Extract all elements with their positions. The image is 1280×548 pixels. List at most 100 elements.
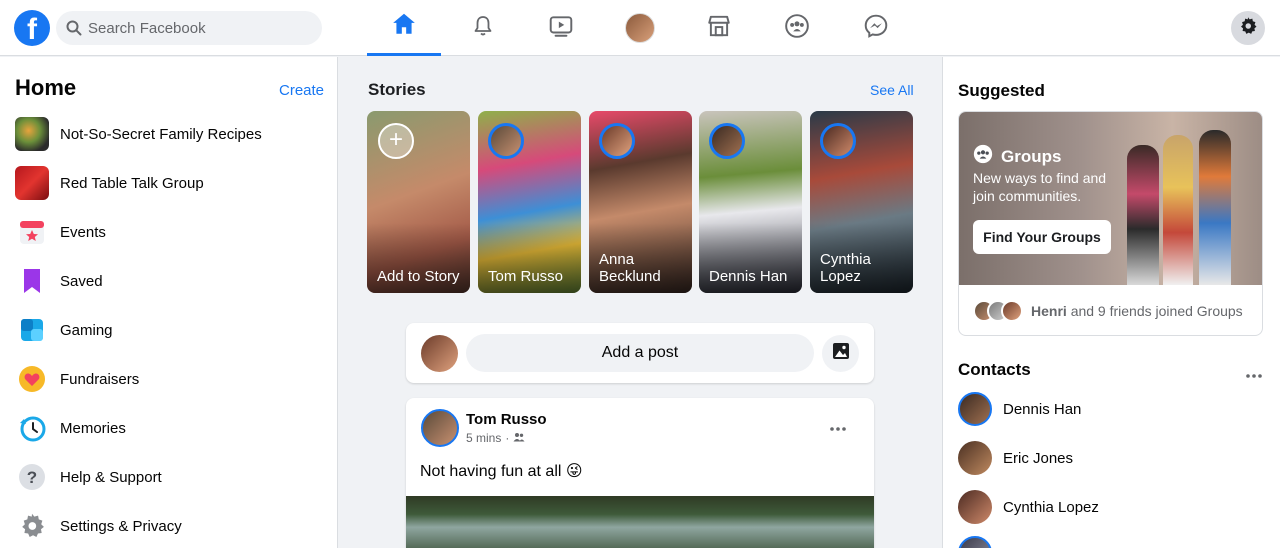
story-name: Cynthia Lopez	[820, 251, 871, 285]
group-thumbnail	[15, 117, 49, 151]
story-card[interactable]: Dennis Han	[699, 111, 802, 293]
clock-icon	[15, 411, 49, 445]
nav-watch-tab[interactable]	[524, 0, 598, 56]
story-name: Anna Becklund	[599, 251, 661, 285]
contact-item[interactable]	[958, 536, 1258, 548]
search-icon	[66, 20, 82, 41]
see-all-link[interactable]: See All	[870, 82, 914, 98]
contact-item[interactable]: Eric Jones	[958, 438, 1258, 478]
search-box[interactable]	[56, 11, 322, 45]
find-groups-button[interactable]: Find Your Groups	[973, 220, 1111, 254]
avatar	[1001, 300, 1023, 322]
sidebar-item-fundraisers[interactable]: Fundraisers	[15, 359, 325, 399]
sidebar-item-events[interactable]: Events	[15, 212, 325, 252]
post-time[interactable]: 5 mins	[466, 431, 501, 445]
sidebar-item-help[interactable]: ? Help & Support	[15, 457, 325, 497]
plus-icon: +	[378, 123, 414, 159]
bell-icon	[471, 14, 495, 43]
sidebar-item-family-recipes[interactable]: Not-So-Secret Family Recipes	[15, 114, 325, 154]
groups-icon	[973, 144, 993, 169]
sidebar-item-label: Settings & Privacy	[60, 517, 182, 535]
ellipsis-icon	[1246, 365, 1262, 382]
story-card[interactable]: Cynthia Lopez	[810, 111, 913, 293]
sidebar-item-memories[interactable]: Memories	[15, 408, 325, 448]
avatar	[958, 441, 992, 475]
stories-title: Stories	[368, 80, 426, 99]
post-photo[interactable]	[406, 496, 874, 548]
gaming-icon	[15, 313, 49, 347]
post-author[interactable]: Tom Russo	[466, 411, 547, 428]
nav-marketplace-tab[interactable]	[682, 0, 756, 56]
contacts-options-button[interactable]	[1246, 365, 1262, 383]
story-avatar	[709, 123, 745, 159]
photo-icon	[832, 342, 850, 365]
post-text: Not having fun at all 😜	[420, 463, 583, 480]
contacts-title: Contacts	[958, 360, 1031, 379]
nav-notifications-tab[interactable]	[446, 0, 520, 56]
facebook-logo[interactable]: f	[14, 10, 50, 46]
calendar-star-icon	[15, 215, 49, 249]
groups-footer: Henri and 9 friends joined Groups	[959, 285, 1262, 335]
contact-item[interactable]: Dennis Han	[958, 389, 1258, 429]
sidebar-title: Home	[15, 75, 77, 100]
sidebar-item-label: Saved	[60, 272, 103, 290]
home-icon	[391, 11, 417, 42]
story-card[interactable]: Anna Becklund	[589, 111, 692, 293]
sidebar-item-label: Fundraisers	[60, 370, 140, 388]
marketplace-icon	[706, 13, 732, 44]
nav-messenger-tab[interactable]	[839, 0, 913, 56]
profile-avatar	[625, 13, 655, 43]
story-avatar	[820, 123, 856, 159]
sidebar-item-label: Not-So-Secret Family Recipes	[60, 125, 262, 143]
bookmark-icon	[15, 264, 49, 298]
nav-groups-tab[interactable]	[760, 0, 834, 56]
story-name: Dennis Han	[709, 268, 788, 285]
watch-icon	[548, 13, 574, 44]
gear-icon	[15, 509, 49, 543]
group-thumbnail	[15, 166, 49, 200]
create-link[interactable]: Create	[279, 82, 324, 99]
groups-label: Groups	[1001, 146, 1062, 166]
groups-hero-image: Groups New ways to find and join communi…	[959, 112, 1262, 285]
avatar	[421, 335, 458, 372]
story-avatar	[599, 123, 635, 159]
suggested-title: Suggested	[958, 81, 1045, 100]
sidebar-item-gaming[interactable]: Gaming	[15, 310, 325, 350]
left-sidebar: Home Create Not-So-Secret Family Recipes…	[0, 57, 338, 548]
search-input[interactable]	[88, 11, 308, 45]
post-meta: 5 mins ·	[466, 431, 525, 445]
sidebar-item-red-table-talk[interactable]: Red Table Talk Group	[15, 163, 325, 203]
settings-button[interactable]	[1231, 11, 1265, 45]
groups-description: New ways to find and join communities.	[973, 170, 1107, 204]
nav-profile-tab[interactable]	[603, 0, 677, 56]
ellipsis-icon	[830, 418, 846, 435]
feed-post: Tom Russo 5 mins · Not having fun at all…	[406, 398, 874, 548]
joined-name[interactable]: Henri	[1031, 303, 1067, 319]
messenger-icon	[863, 13, 889, 44]
contact-name: Cynthia Lopez	[1003, 498, 1099, 516]
sidebar-item-label: Gaming	[60, 321, 113, 339]
post-composer: Add a post	[406, 323, 874, 383]
add-post-input[interactable]: Add a post	[466, 334, 814, 372]
add-photo-button[interactable]	[822, 335, 859, 372]
avatar	[958, 490, 992, 524]
avatar[interactable]	[421, 409, 459, 447]
heart-icon	[15, 362, 49, 396]
sidebar-item-settings[interactable]: Settings & Privacy	[15, 506, 325, 546]
gear-icon	[1238, 16, 1258, 41]
joined-groups-text: Henri and 9 friends joined Groups	[1031, 303, 1243, 319]
sidebar-item-label: Memories	[60, 419, 126, 437]
sidebar-item-saved[interactable]: Saved	[15, 261, 325, 301]
more-options-button[interactable]	[830, 418, 846, 436]
svg-text:?: ?	[27, 468, 37, 487]
story-card[interactable]: Tom Russo	[478, 111, 581, 293]
story-card-add[interactable]: + Add to Story	[367, 111, 470, 293]
nav-home-tab[interactable]	[367, 0, 441, 56]
contact-name: Eric Jones	[1003, 449, 1074, 467]
friend-avatars	[973, 300, 1023, 322]
contact-item[interactable]: Cynthia Lopez	[958, 487, 1258, 527]
groups-suggestion-card: Groups New ways to find and join communi…	[958, 111, 1263, 336]
contact-name: Dennis Han	[1003, 400, 1082, 418]
sidebar-item-label: Red Table Talk Group	[60, 174, 204, 192]
question-icon: ?	[15, 460, 49, 494]
